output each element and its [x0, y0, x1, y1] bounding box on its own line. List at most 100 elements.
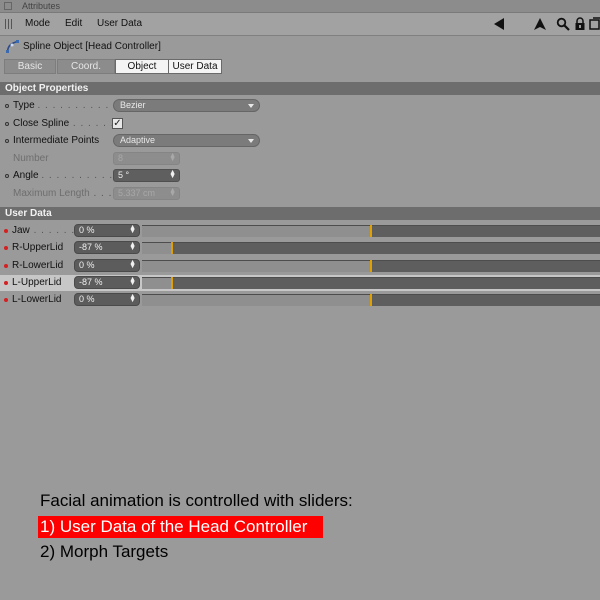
animate-dot-icon[interactable] — [4, 264, 8, 268]
tab-coord[interactable]: Coord. — [57, 59, 115, 74]
maximum-length-label-text: Maximum Length — [13, 188, 90, 199]
animate-dot-icon[interactable] — [5, 122, 9, 126]
slider-value-field[interactable]: 0 % ▲ ▼ — [74, 259, 140, 272]
close-spline-label: Close Spline . . . . . . — [13, 116, 115, 132]
slider-row: R-LowerLid 0 % ▲ ▼ — [0, 258, 600, 274]
stepper-icon[interactable]: ▲ ▼ — [129, 293, 136, 304]
menu-mode[interactable]: Mode — [25, 13, 50, 35]
angle-row: Angle . . . . . . . . . . . 5 ° ▲ ▼ — [0, 168, 600, 184]
caption-line-2-highlighted: 1) User Data of the Head Controller — [38, 516, 324, 538]
slider-knob[interactable] — [171, 242, 173, 254]
slider-label: R-LowerLid — [12, 260, 64, 271]
intermediate-points-value: Adaptive — [120, 135, 156, 145]
slider-fill — [142, 278, 172, 289]
number-field[interactable]: 8 ▲ ▼ — [113, 152, 180, 165]
back-arrow-icon[interactable] — [492, 17, 506, 31]
intermediate-points-label: Intermediate Points — [13, 135, 100, 146]
stepper-icon[interactable]: ▲ ▼ — [129, 241, 136, 252]
object-properties-header[interactable]: Object Properties — [0, 82, 600, 95]
leader-dots: . . . . . . . . . . . — [37, 100, 117, 111]
caption-line-3: 2) Morph Targets — [40, 542, 169, 561]
stepper-icon[interactable]: ▲ ▼ — [129, 224, 136, 235]
slider-row: L-UpperLid -87 % ▲ ▼ — [0, 275, 600, 291]
pointer-icon[interactable] — [533, 17, 547, 31]
animate-dot-icon[interactable] — [5, 174, 9, 178]
spline-object-icon — [6, 40, 19, 53]
menu-bar: Mode Edit User Data — [0, 13, 600, 36]
type-value: Bezier — [120, 100, 146, 110]
number-row: Number 8 ▲ ▼ — [0, 151, 600, 167]
maximum-length-value: 5.337 cm — [118, 188, 156, 198]
type-label-text: Type — [13, 100, 35, 111]
close-spline-checkbox[interactable]: ✓ — [112, 118, 123, 129]
window-title: Attributes — [22, 1, 61, 11]
slider-knob[interactable] — [171, 277, 173, 289]
menu-grip-icon[interactable] — [5, 19, 14, 29]
stepper-icon[interactable]: ▲ ▼ — [169, 187, 176, 198]
tab-basic[interactable]: Basic — [4, 59, 56, 74]
slider-fill — [142, 261, 371, 272]
menu-edit[interactable]: Edit — [65, 13, 82, 35]
slider-row: L-LowerLid 0 % ▲ ▼ — [0, 292, 600, 308]
slider-value-field[interactable]: 0 % ▲ ▼ — [74, 224, 140, 237]
window-titlebar: Attributes — [0, 0, 600, 13]
search-icon[interactable] — [556, 17, 570, 31]
angle-label-text: Angle — [13, 170, 39, 181]
slider-value-field[interactable]: 0 % ▲ ▼ — [74, 293, 140, 306]
angle-field[interactable]: 5 ° ▲ ▼ — [113, 169, 180, 182]
leader-dots: . . . . . . — [69, 118, 115, 129]
animate-dot-icon[interactable] — [4, 246, 8, 250]
slider-value: 0 % — [79, 260, 95, 270]
slider-knob[interactable] — [370, 225, 372, 237]
slider-track[interactable] — [142, 242, 600, 254]
menu-user-data[interactable]: User Data — [97, 13, 142, 35]
slider-row: R-UpperLid -87 % ▲ ▼ — [0, 240, 600, 256]
stepper-icon[interactable]: ▲ ▼ — [169, 169, 176, 180]
stepper-icon[interactable]: ▲ ▼ — [129, 276, 136, 287]
animate-dot-icon[interactable] — [4, 281, 8, 285]
slider-track[interactable] — [142, 225, 600, 237]
new-panel-icon[interactable] — [589, 17, 600, 31]
type-dropdown[interactable]: Bezier — [113, 99, 260, 112]
window-grip-icon[interactable] — [4, 2, 12, 10]
slider-label-text: Jaw — [12, 225, 30, 236]
slider-value: 0 % — [79, 225, 95, 235]
object-title: Spline Object [Head Controller] — [23, 41, 161, 52]
chevron-down-icon — [248, 139, 254, 143]
slider-value: 0 % — [79, 294, 95, 304]
slider-label: Jaw . . . . . . . — [12, 223, 83, 239]
stepper-icon[interactable]: ▲ ▼ — [169, 152, 176, 163]
user-data-header[interactable]: User Data — [0, 207, 600, 220]
intermediate-points-dropdown[interactable]: Adaptive — [113, 134, 260, 147]
animate-dot-icon[interactable] — [5, 139, 9, 143]
maximum-length-field[interactable]: 5.337 cm ▲ ▼ — [113, 187, 180, 200]
slider-value-field[interactable]: -87 % ▲ ▼ — [74, 241, 140, 254]
slider-value-field[interactable]: -87 % ▲ ▼ — [74, 276, 140, 289]
slider-track[interactable] — [142, 294, 600, 306]
caption-line-1: Facial animation is controlled with slid… — [40, 491, 353, 510]
close-spline-label-text: Close Spline — [13, 118, 70, 129]
tab-object[interactable]: Object — [115, 59, 169, 74]
animate-dot-icon[interactable] — [4, 298, 8, 302]
slider-label: L-UpperLid — [12, 277, 62, 288]
slider-knob[interactable] — [370, 260, 372, 272]
type-row: Type . . . . . . . . . . . Bezier — [0, 98, 600, 114]
number-label: Number — [13, 153, 49, 164]
type-label: Type . . . . . . . . . . . — [13, 98, 117, 114]
angle-value: 5 ° — [118, 170, 130, 180]
slider-knob[interactable] — [370, 294, 372, 306]
slider-label: R-UpperLid — [12, 242, 64, 253]
slider-track[interactable] — [142, 260, 600, 272]
slider-row: Jaw . . . . . . . 0 % ▲ ▼ — [0, 223, 600, 239]
animate-dot-icon[interactable] — [4, 229, 8, 233]
close-spline-row: Close Spline . . . . . . ✓ — [0, 116, 600, 132]
animate-dot-icon[interactable] — [5, 104, 9, 108]
slider-track[interactable] — [142, 277, 600, 289]
slider-fill — [142, 226, 371, 237]
number-value: 8 — [118, 153, 124, 163]
lock-icon[interactable] — [573, 17, 587, 31]
angle-label: Angle . . . . . . . . . . . — [13, 168, 121, 184]
stepper-icon[interactable]: ▲ ▼ — [129, 259, 136, 270]
slider-fill — [142, 295, 371, 306]
tab-user-data[interactable]: User Data — [168, 59, 222, 74]
